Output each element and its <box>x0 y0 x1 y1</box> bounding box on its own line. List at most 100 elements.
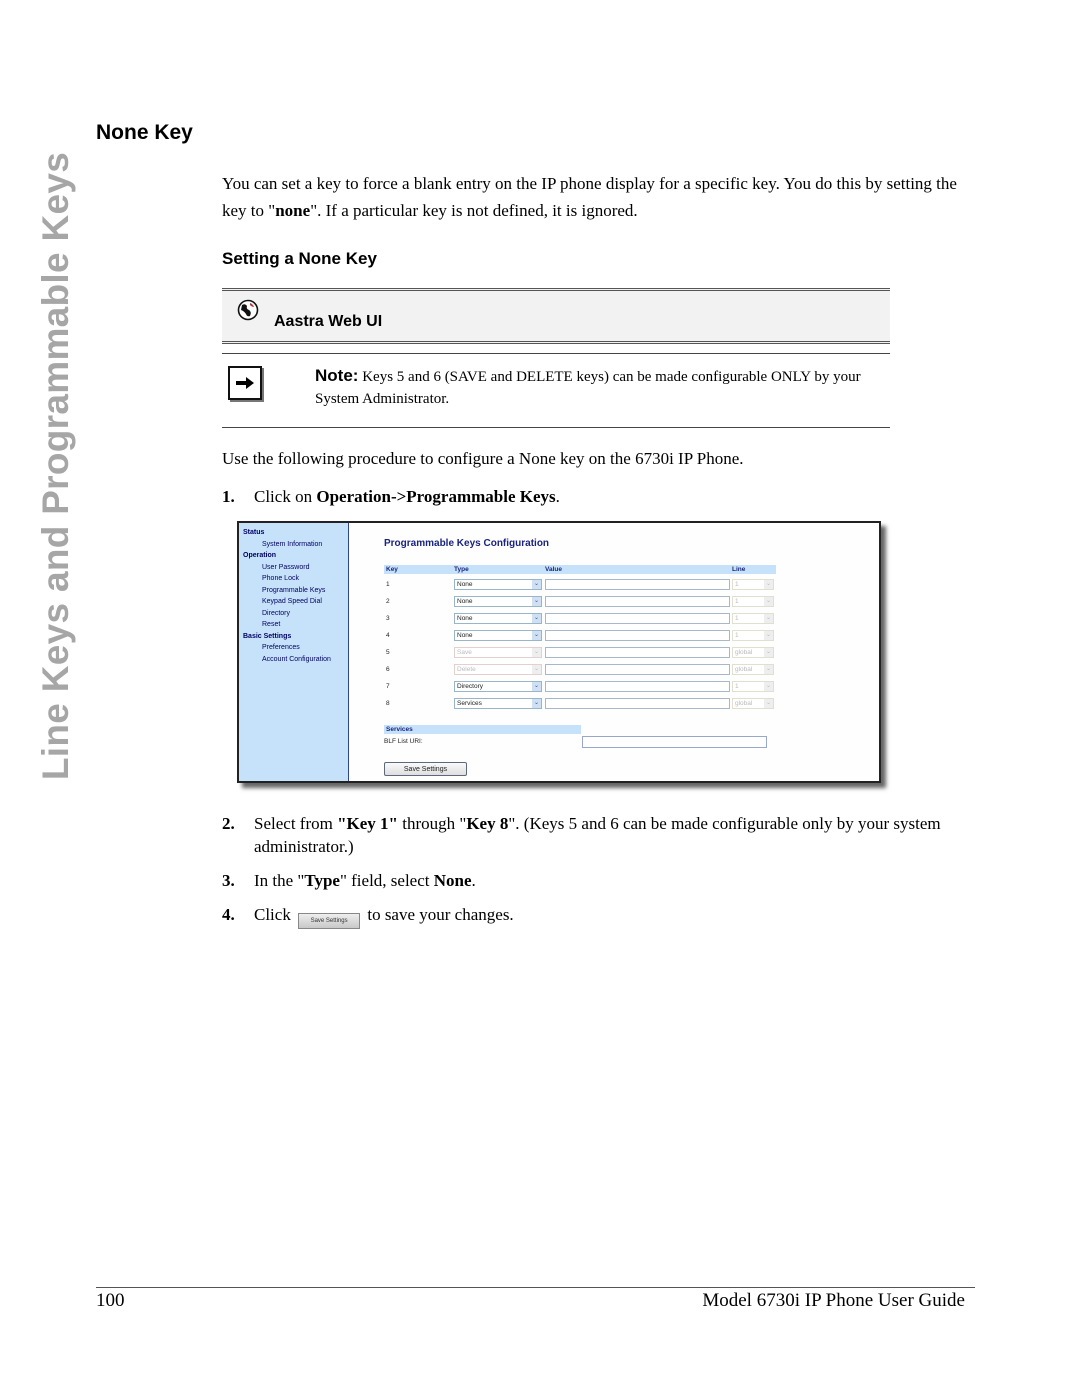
value-input[interactable] <box>545 698 730 709</box>
guide-title: Model 6730i IP Phone User Guide <box>702 1290 965 1311</box>
value-input[interactable] <box>545 647 730 658</box>
type-value: Directory <box>457 683 484 690</box>
type-select[interactable]: None ⌄ <box>454 613 542 624</box>
step-number: 2. <box>222 814 235 833</box>
nav-link[interactable]: Preferences <box>239 642 348 654</box>
web-ui-banner: Aastra Web UI <box>222 288 890 344</box>
chevron-down-icon: ⌄ <box>764 665 773 674</box>
line-value: 1 <box>735 683 739 690</box>
value-input[interactable] <box>545 596 730 607</box>
key-number: 3 <box>386 615 390 622</box>
nav-link[interactable]: Directory <box>239 608 348 620</box>
note-label: Note: <box>315 366 359 385</box>
note-box: Note: Keys 5 and 6 (SAVE and DELETE keys… <box>222 353 890 428</box>
line-select: global ⌄ <box>732 698 774 709</box>
key-row: 2 None ⌄ 1 ⌄ <box>384 596 784 609</box>
step-text: Click Save Settings to save your changes… <box>254 903 969 929</box>
type-value: None <box>457 581 473 588</box>
web-ui-screenshot: Status System Information Operation User Pa… <box>237 521 881 783</box>
line-select: 1 ⌄ <box>732 596 774 607</box>
note-text: Note: Keys 5 and 6 (SAVE and DELETE keys… <box>315 365 890 410</box>
note-body: Keys 5 and 6 (SAVE and DELETE keys) can … <box>315 369 861 407</box>
value-input[interactable] <box>545 681 730 692</box>
key-row: 3 None ⌄ 1 ⌄ <box>384 613 784 626</box>
key-number: 4 <box>386 632 390 639</box>
line-select: 1 ⌄ <box>732 579 774 590</box>
blf-list-uri-input[interactable] <box>582 736 767 748</box>
type-value: Services <box>457 700 482 707</box>
line-select: 1 ⌄ <box>732 613 774 624</box>
type-value: Delete <box>457 666 476 673</box>
chevron-down-icon: ⌄ <box>532 597 541 606</box>
key-number: 5 <box>386 649 390 656</box>
type-select[interactable]: None ⌄ <box>454 596 542 607</box>
line-select: global ⌄ <box>732 647 774 658</box>
line-value: global <box>735 700 753 707</box>
key-row: 6 Delete ⌄ global ⌄ <box>384 664 784 677</box>
value-input[interactable] <box>545 664 730 675</box>
value-input[interactable] <box>545 613 730 624</box>
save-settings-inline-button: Save Settings <box>298 913 361 929</box>
key-number: 7 <box>386 683 390 690</box>
subsection-title: Setting a None Key <box>222 249 377 268</box>
value-input[interactable] <box>545 579 730 590</box>
chevron-down-icon: ⌄ <box>532 648 541 657</box>
page-number: 100 <box>96 1290 125 1311</box>
type-select[interactable]: None ⌄ <box>454 579 542 590</box>
nav-link[interactable]: Programmable Keys <box>239 585 348 597</box>
chevron-down-icon: ⌄ <box>532 699 541 708</box>
procedure-intro: Use the following procedure to configure… <box>222 449 744 468</box>
save-settings-button[interactable]: Save Settings <box>384 762 467 776</box>
type-value: None <box>457 632 473 639</box>
line-select: 1 ⌄ <box>732 630 774 641</box>
nav-link[interactable]: User Password <box>239 562 348 574</box>
step-text: In the "Type" field, select None. <box>254 871 476 890</box>
nav-link[interactable]: Keypad Speed Dial <box>239 596 348 608</box>
chevron-down-icon: ⌄ <box>764 597 773 606</box>
footer-divider <box>96 1287 975 1288</box>
col-line: Line <box>732 566 746 573</box>
web-ui-main: Programmable Keys Configuration Key Type… <box>349 523 879 781</box>
type-value: Save <box>457 649 472 656</box>
section-title: None Key <box>96 121 193 144</box>
nav-link[interactable]: Account Configuration <box>239 654 348 666</box>
step-number: 1. <box>222 487 235 506</box>
chevron-down-icon: ⌄ <box>764 648 773 657</box>
line-value: global <box>735 649 753 656</box>
type-select[interactable]: Directory ⌄ <box>454 681 542 692</box>
step-number: 3. <box>222 871 235 890</box>
chevron-down-icon: ⌄ <box>764 631 773 640</box>
chevron-down-icon: ⌄ <box>764 580 773 589</box>
globe-icon <box>237 299 259 321</box>
nav-section-heading: Status <box>243 529 265 536</box>
line-value: 1 <box>735 632 739 639</box>
type-value: None <box>457 598 473 605</box>
key-row: 7 Directory ⌄ 1 ⌄ <box>384 681 784 694</box>
type-select[interactable]: Services ⌄ <box>454 698 542 709</box>
type-select: Delete ⌄ <box>454 664 542 675</box>
key-row: 4 None ⌄ 1 ⌄ <box>384 630 784 643</box>
col-key: Key <box>386 566 398 573</box>
nav-link[interactable]: System Information <box>239 539 348 551</box>
line-select: 1 ⌄ <box>732 681 774 692</box>
value-input[interactable] <box>545 630 730 641</box>
web-ui-nav: Status System Information Operation User Pa… <box>239 523 349 781</box>
chevron-down-icon: ⌄ <box>764 699 773 708</box>
web-ui-label: Aastra Web UI <box>274 313 383 330</box>
nav-link[interactable]: Reset <box>239 619 348 631</box>
type-value: None <box>457 615 473 622</box>
blf-list-uri-label: BLF List URI: <box>384 738 423 745</box>
nav-link[interactable]: Phone Lock <box>239 573 348 585</box>
key-number: 1 <box>386 581 390 588</box>
key-number: 2 <box>386 598 390 605</box>
chevron-down-icon: ⌄ <box>764 682 773 691</box>
chapter-side-tab: Line Keys and Programmable Keys <box>26 120 86 812</box>
line-select: global ⌄ <box>732 664 774 675</box>
type-select: Save ⌄ <box>454 647 542 658</box>
line-value: 1 <box>735 581 739 588</box>
config-title: Programmable Keys Configuration <box>384 538 550 549</box>
chevron-down-icon: ⌄ <box>532 631 541 640</box>
chevron-down-icon: ⌄ <box>764 614 773 623</box>
line-value: global <box>735 666 753 673</box>
type-select[interactable]: None ⌄ <box>454 630 542 641</box>
